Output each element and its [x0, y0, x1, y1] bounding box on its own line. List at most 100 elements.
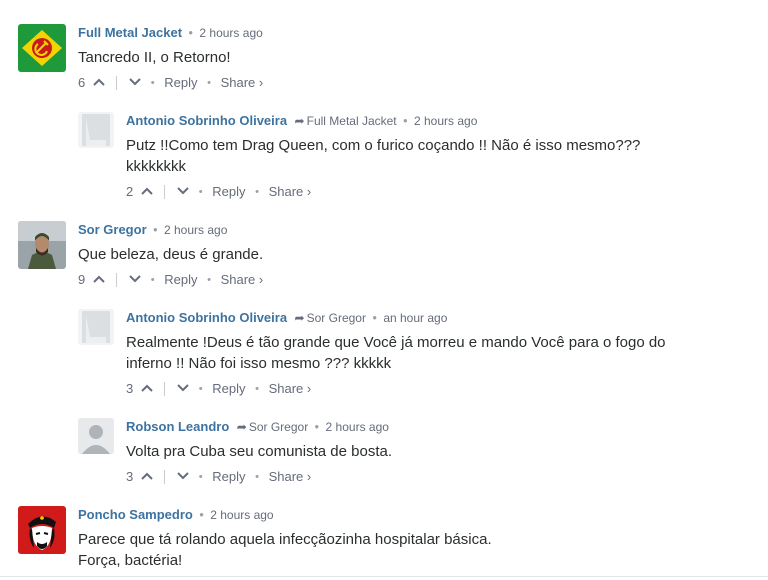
comment-text: Que beleza, deus é grande.: [78, 244, 738, 265]
bullet-separator: •: [199, 508, 204, 522]
comment-header: Antonio Sobrinho Oliveira ➦ Full Metal Ja…: [126, 113, 746, 129]
comment-text-line: kkkkkkkk: [126, 158, 186, 175]
downvote-icon[interactable]: [177, 183, 189, 201]
bullet-separator: •: [207, 273, 211, 286]
downvote-icon[interactable]: [177, 380, 189, 398]
bullet-separator: •: [198, 470, 203, 483]
reply-arrow-icon: ➦: [294, 114, 305, 128]
parent-link[interactable]: ➦ Sor Gregor: [233, 420, 308, 434]
parent-link[interactable]: ➦ Sor Gregor: [291, 311, 366, 325]
timestamp[interactable]: 2 hours ago: [164, 223, 227, 237]
vote-divider: [164, 184, 166, 199]
reply-arrow-icon: ➦: [294, 311, 305, 325]
upvote-icon[interactable]: [141, 468, 153, 486]
parent-author[interactable]: Sor Gregor: [249, 420, 308, 434]
author-name[interactable]: Antonio Sobrinho Oliveira: [126, 113, 287, 128]
upvote-count: 2: [126, 183, 134, 199]
downvote-icon[interactable]: [129, 271, 141, 289]
reply-button[interactable]: Reply: [164, 74, 197, 92]
share-button[interactable]: Share ›: [221, 74, 264, 92]
vote-divider: [164, 469, 166, 484]
author-name[interactable]: Antonio Sobrinho Oliveira: [126, 310, 287, 325]
comment-actions: 3 • Reply • Share ›: [126, 379, 746, 397]
upvote-icon[interactable]: [141, 183, 153, 201]
comment-text: Realmente !Deus é tão grande que Você já…: [126, 332, 746, 374]
share-button[interactable]: Share ›: [269, 380, 312, 398]
comment-text: Tancredo II, o Retorno!: [78, 47, 738, 68]
bullet-separator: •: [188, 26, 193, 40]
bullet-separator: •: [153, 223, 158, 237]
upvote-count: 9: [78, 271, 86, 287]
bullet-separator: •: [150, 273, 155, 286]
comment-actions: 2 • Reply • Share ›: [126, 182, 746, 200]
vote-divider: [116, 75, 118, 90]
comment-actions: 9 • Reply • Share ›: [78, 270, 738, 288]
share-button[interactable]: Share ›: [269, 468, 312, 486]
share-button[interactable]: Share ›: [221, 271, 264, 289]
timestamp[interactable]: 2 hours ago: [199, 26, 262, 40]
comment-text-line: Tancredo II, o Retorno!: [78, 49, 231, 66]
comment-text-line: Que beleza, deus é grande.: [78, 246, 264, 263]
author-name[interactable]: Poncho Sampedro: [78, 507, 193, 522]
placeholder-user-avatar[interactable]: [78, 309, 114, 345]
reply-button[interactable]: Reply: [164, 271, 197, 289]
comment-header: Robson Leandro ➦ Sor Gregor • 2 hours ago: [126, 419, 746, 435]
upvote-count: 3: [126, 380, 134, 396]
comment-text: Parece que tá rolando aquela infecçãozin…: [78, 529, 738, 571]
downvote-icon[interactable]: [129, 74, 141, 92]
bullet-separator: •: [255, 185, 259, 198]
bullet-separator: •: [403, 114, 408, 128]
comment-header: Sor Gregor • 2 hours ago: [78, 222, 738, 238]
upvote-count: 6: [78, 74, 86, 90]
bullet-separator: •: [198, 382, 203, 395]
timestamp[interactable]: 2 hours ago: [414, 114, 477, 128]
bullet-separator: •: [314, 420, 320, 434]
reply-arrow-icon: ➦: [236, 420, 247, 434]
author-name[interactable]: Sor Gregor: [78, 222, 147, 237]
upvote-icon[interactable]: [93, 271, 105, 289]
comment-text-line: Putz !!Como tem Drag Queen, com o furico…: [126, 137, 641, 154]
vote-divider: [164, 381, 166, 396]
bullet-separator: •: [150, 76, 155, 89]
downvote-icon[interactable]: [177, 468, 189, 486]
comment-text-line: Volta pra Cuba seu comunista de bosta.: [126, 443, 393, 460]
upvote-icon[interactable]: [93, 74, 105, 92]
author-name[interactable]: Robson Leandro: [126, 419, 229, 434]
comment-text-line: Força, bactéria!: [78, 552, 183, 569]
reply-button[interactable]: Reply: [212, 380, 245, 398]
placeholder-user-avatar[interactable]: [78, 112, 114, 148]
comment-actions: 3 • Reply • Share ›: [126, 467, 746, 485]
share-button[interactable]: Share ›: [269, 183, 312, 201]
brazil-soviet-flag-avatar[interactable]: [18, 24, 66, 72]
default-user-avatar[interactable]: [78, 418, 114, 454]
comment-header: Antonio Sobrinho Oliveira ➦ Sor Gregor • …: [126, 310, 746, 326]
timestamp[interactable]: 2 hours ago: [326, 420, 389, 434]
comment-header: Full Metal Jacket • 2 hours ago: [78, 25, 738, 41]
parent-link[interactable]: ➦ Full Metal Jacket: [291, 114, 397, 128]
reply-button[interactable]: Reply: [212, 468, 245, 486]
che-guevara-avatar[interactable]: [18, 506, 66, 554]
bullet-separator: •: [198, 185, 203, 198]
comment-text-line: Realmente !Deus é tão grande que Você já…: [126, 334, 666, 351]
reply-button[interactable]: Reply: [212, 183, 245, 201]
comment-actions: 6 • Reply • Share ›: [78, 73, 738, 91]
bottom-divider: [0, 576, 768, 577]
parent-author[interactable]: Sor Gregor: [307, 311, 366, 325]
comment-text: Putz !!Como tem Drag Queen, com o furico…: [126, 135, 746, 177]
comment-text-line: inferno !! Não foi isso mesmo ??? kkkkk: [126, 355, 392, 372]
comment-header: Poncho Sampedro • 2 hours ago: [78, 507, 738, 523]
timestamp[interactable]: 2 hours ago: [210, 508, 273, 522]
author-name[interactable]: Full Metal Jacket: [78, 25, 182, 40]
military-portrait-avatar[interactable]: [18, 221, 66, 269]
vote-divider: [116, 272, 118, 287]
bullet-separator: •: [255, 470, 259, 483]
timestamp[interactable]: an hour ago: [383, 311, 447, 325]
parent-author[interactable]: Full Metal Jacket: [307, 114, 397, 128]
comment-text: Volta pra Cuba seu comunista de bosta.: [126, 441, 746, 462]
comment-text-line: Parece que tá rolando aquela infecçãozin…: [78, 531, 492, 548]
upvote-count: 3: [126, 468, 134, 484]
bullet-separator: •: [207, 76, 211, 89]
bullet-separator: •: [255, 382, 259, 395]
upvote-icon[interactable]: [141, 380, 153, 398]
bullet-separator: •: [372, 311, 377, 325]
